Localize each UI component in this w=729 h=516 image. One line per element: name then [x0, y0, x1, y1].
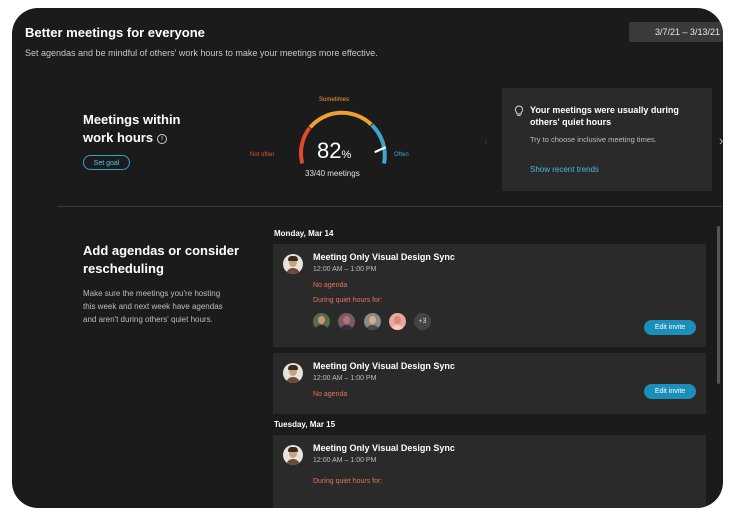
- work-hours-heading: Meetings within work hours i: [83, 111, 213, 147]
- section-divider: [57, 206, 722, 207]
- insight-body: Try to choose inclusive meeting times.: [530, 135, 657, 144]
- gauge-percentage: 82%: [317, 138, 351, 164]
- gauge-label-often: Often: [394, 152, 409, 158]
- no-agenda-warning: No agenda: [313, 282, 348, 289]
- meeting-title: Meeting Only Visual Design Sync: [313, 443, 455, 453]
- set-goal-button[interactable]: Set goal: [83, 155, 130, 170]
- attendee-avatar: [389, 313, 406, 330]
- meeting-time: 12:00 AM – 1:00 PM: [313, 375, 377, 382]
- no-agenda-warning: No agenda: [313, 391, 348, 398]
- app-window: Better meetings for everyone Set agendas…: [12, 8, 723, 508]
- gauge-label-sometimes: Sometimes: [319, 97, 350, 103]
- gauge-arc-sometimes: [308, 110, 373, 129]
- meetings-scrollbar[interactable]: [717, 226, 720, 384]
- gauge-percent-sign: %: [341, 149, 352, 161]
- insight-card: Your meetings were usually during others…: [502, 88, 712, 191]
- meeting-title: Meeting Only Visual Design Sync: [313, 252, 455, 262]
- meeting-time: 12:00 AM – 1:00 PM: [313, 266, 377, 273]
- next-insight-chevron-icon[interactable]: ›: [719, 133, 723, 148]
- meeting-card[interactable]: Meeting Only Visual Design Sync 12:00 AM…: [273, 353, 706, 414]
- gauge-percent-value: 82: [317, 138, 342, 163]
- gauge-label-not-often: Not often: [250, 152, 275, 158]
- edit-invite-button[interactable]: Edit invite: [644, 384, 696, 399]
- insight-title: Your meetings were usually during others…: [530, 105, 679, 127]
- attendee-avatar: [364, 313, 381, 330]
- organizer-avatar: [283, 445, 303, 465]
- edit-invite-button[interactable]: Edit invite: [644, 320, 696, 335]
- attendee-avatar: [338, 313, 355, 330]
- more-attendees-badge[interactable]: +3: [414, 313, 431, 330]
- page-title: Better meetings for everyone: [25, 25, 205, 40]
- organizer-avatar: [283, 363, 303, 383]
- gauge-meeting-count: 33/40 meetings: [305, 169, 360, 178]
- meeting-title: Meeting Only Visual Design Sync: [313, 361, 455, 371]
- meeting-card[interactable]: Meeting Only Visual Design Sync 12:00 AM…: [273, 244, 706, 347]
- gauge-arc-not-often: [298, 126, 312, 164]
- lightbulb-icon: [515, 105, 523, 117]
- organizer-avatar: [283, 254, 303, 274]
- agendas-description: Make sure the meetings you're hosting th…: [83, 289, 223, 324]
- meeting-card[interactable]: Meeting Only Visual Design Sync 12:00 AM…: [273, 435, 706, 508]
- quiet-hours-warning: During quiet hours for:: [313, 478, 383, 485]
- page-subtitle: Set agendas and be mindful of others' wo…: [25, 48, 378, 58]
- day-header-tuesday: Tuesday, Mar 15: [274, 420, 336, 429]
- previous-insight-chevron-icon[interactable]: ‹: [484, 136, 488, 148]
- agendas-heading: Add agendas or consider rescheduling: [83, 243, 240, 276]
- gauge-arc-often: [370, 123, 387, 164]
- day-header-monday: Monday, Mar 14: [274, 229, 334, 238]
- show-recent-trends-link[interactable]: Show recent trends: [530, 165, 599, 174]
- date-range-selector[interactable]: 3/7/21 – 3/13/21: [629, 22, 723, 42]
- quiet-hours-warning: During quiet hours for:: [313, 297, 383, 304]
- info-icon[interactable]: i: [157, 133, 168, 144]
- attendee-avatar: [313, 313, 330, 330]
- meeting-time: 12:00 AM – 1:00 PM: [313, 457, 377, 464]
